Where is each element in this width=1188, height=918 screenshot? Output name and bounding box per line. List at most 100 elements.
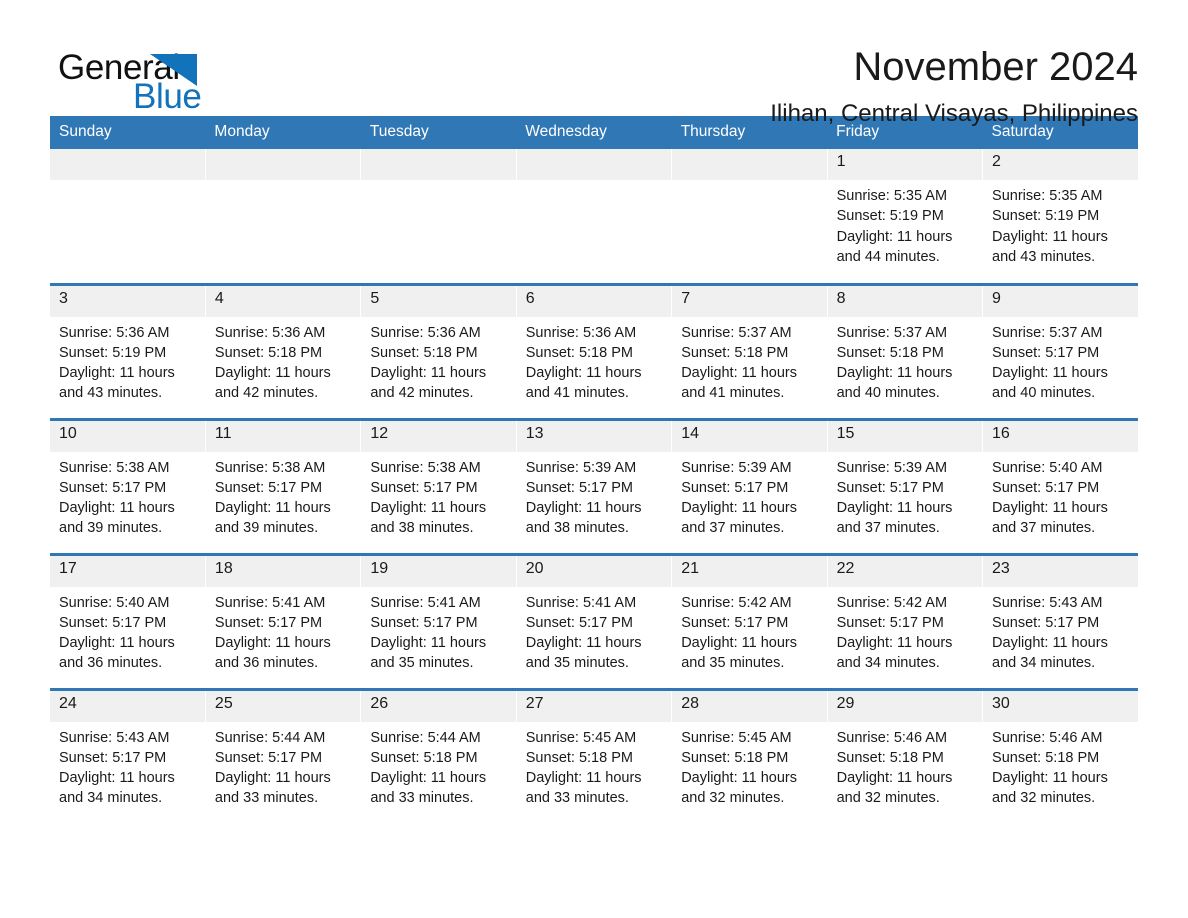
day-details: Sunrise: 5:44 AM Sunset: 5:17 PM Daylight:… <box>206 722 360 809</box>
daylight-text: Daylight: 11 hours and 33 minutes. <box>525 770 642 807</box>
day-number <box>516 149 673 180</box>
day-number <box>361 149 517 180</box>
day-details: Sunrise: 5:43 AM Sunset: 5:17 PM Daylight:… <box>983 587 1138 674</box>
day-details: Sunrise: 5:40 AM Sunset: 5:17 PM Daylight:… <box>50 587 205 674</box>
calendar-day-cell[interactable]: 1 Sunrise: 5:35 AM Sunset: 5:19 PM Daylight… <box>827 149 984 284</box>
calendar-day-cell[interactable]: 14 Sunrise: 5:39 AM Sunset: 5:17 PM Dayligh… <box>671 417 828 554</box>
calendar-day-cell[interactable]: 22 Sunrise: 5:42 AM Sunset: 5:17 PM Dayligh… <box>827 552 984 689</box>
day-number: 7 <box>672 285 828 317</box>
calendar-week-row: 3 Sunrise: 5:36 AM Sunset: 5:19 PM Daylight… <box>50 282 1139 419</box>
calendar-day-cell[interactable]: 18 Sunrise: 5:41 AM Sunset: 5:17 PM Dayligh… <box>205 552 362 689</box>
day-details: Sunrise: 5:36 AM Sunset: 5:18 PM Daylight:… <box>361 317 515 404</box>
sunset-text: Sunset: 5:17 PM <box>214 614 323 631</box>
sunrise-text: Sunrise: 5:39 AM <box>836 459 948 476</box>
calendar-day-cell[interactable]: 19 Sunrise: 5:41 AM Sunset: 5:17 PM Dayligh… <box>360 552 517 689</box>
day-details: Sunrise: 5:36 AM Sunset: 5:19 PM Daylight:… <box>50 317 205 404</box>
calendar-day-cell[interactable]: 13 Sunrise: 5:39 AM Sunset: 5:17 PM Dayligh… <box>516 417 673 554</box>
sunset-text: Sunset: 5:17 PM <box>992 614 1100 631</box>
calendar-day-cell[interactable]: 16 Sunrise: 5:40 AM Sunset: 5:17 PM Dayligh… <box>982 417 1139 554</box>
calendar-day-cell-empty <box>360 149 517 284</box>
sunrise-text: Sunrise: 5:45 AM <box>525 729 637 746</box>
calendar-day-cell[interactable]: 4 Sunrise: 5:36 AM Sunset: 5:18 PM Daylight… <box>205 282 362 419</box>
daylight-text: Daylight: 11 hours and 36 minutes. <box>214 635 331 672</box>
day-number: 30 <box>983 690 1139 722</box>
calendar-day-cell[interactable]: 26 Sunrise: 5:44 AM Sunset: 5:18 PM Dayligh… <box>360 687 517 824</box>
day-details: Sunrise: 5:41 AM Sunset: 5:17 PM Daylight:… <box>517 587 671 674</box>
sunset-text: Sunset: 5:17 PM <box>681 614 789 631</box>
daylight-text: Daylight: 11 hours and 34 minutes. <box>59 770 175 807</box>
calendar-day-cell[interactable]: 9 Sunrise: 5:37 AM Sunset: 5:17 PM Daylight… <box>982 282 1139 419</box>
day-details: Sunrise: 5:38 AM Sunset: 5:17 PM Daylight:… <box>206 452 360 539</box>
calendar-day-cell[interactable]: 25 Sunrise: 5:44 AM Sunset: 5:17 PM Dayligh… <box>205 687 362 824</box>
sunrise-text: Sunrise: 5:36 AM <box>214 324 326 341</box>
calendar-day-cell[interactable]: 28 Sunrise: 5:45 AM Sunset: 5:18 PM Dayligh… <box>671 687 828 824</box>
calendar-day-cell[interactable]: 29 Sunrise: 5:46 AM Sunset: 5:18 PM Dayligh… <box>827 687 984 824</box>
sunrise-text: Sunrise: 5:39 AM <box>525 459 637 476</box>
calendar-day-cell[interactable]: 17 Sunrise: 5:40 AM Sunset: 5:17 PM Dayligh… <box>50 552 206 689</box>
day-details: Sunrise: 5:44 AM Sunset: 5:18 PM Daylight:… <box>361 722 515 809</box>
calendar-page: General Blue November 2024 Ilihan, Centr… <box>0 0 1188 918</box>
general-blue-logo[interactable]: General Blue <box>50 46 280 118</box>
daylight-text: Daylight: 11 hours and 33 minutes. <box>214 770 331 807</box>
calendar-day-cell[interactable]: 6 Sunrise: 5:36 AM Sunset: 5:18 PM Daylight… <box>516 282 673 419</box>
daylight-text: Daylight: 11 hours and 35 minutes. <box>681 635 797 672</box>
calendar-day-cell[interactable]: 2 Sunrise: 5:35 AM Sunset: 5:19 PM Daylight… <box>982 149 1139 284</box>
day-number: 28 <box>672 690 828 722</box>
page-subtitle: Ilihan, Central Visayas, Philippines <box>770 100 1138 128</box>
day-number <box>50 149 206 180</box>
calendar-day-cell[interactable]: 3 Sunrise: 5:36 AM Sunset: 5:19 PM Daylight… <box>50 282 206 419</box>
page-header: General Blue November 2024 Ilihan, Centr… <box>50 0 1138 127</box>
sunset-text: Sunset: 5:17 PM <box>370 479 478 496</box>
sunset-text: Sunset: 5:17 PM <box>992 479 1100 496</box>
calendar-day-cell[interactable]: 10 Sunrise: 5:38 AM Sunset: 5:17 PM Dayligh… <box>50 417 206 554</box>
day-details: Sunrise: 5:45 AM Sunset: 5:18 PM Daylight:… <box>672 722 826 809</box>
day-number: 21 <box>672 555 828 587</box>
day-number: 25 <box>205 690 362 722</box>
calendar-day-cell[interactable]: 11 Sunrise: 5:38 AM Sunset: 5:17 PM Dayligh… <box>205 417 362 554</box>
calendar-day-cell[interactable]: 21 Sunrise: 5:42 AM Sunset: 5:17 PM Dayligh… <box>671 552 828 689</box>
sunrise-text: Sunrise: 5:35 AM <box>992 188 1103 204</box>
day-details: Sunrise: 5:39 AM Sunset: 5:17 PM Daylight:… <box>828 452 982 539</box>
daylight-text: Daylight: 11 hours and 39 minutes. <box>214 500 331 537</box>
day-details: Sunrise: 5:41 AM Sunset: 5:17 PM Daylight:… <box>361 587 515 674</box>
daylight-text: Daylight: 11 hours and 38 minutes. <box>525 500 642 537</box>
day-number: 3 <box>50 285 206 317</box>
calendar-day-cell-empty <box>205 149 362 284</box>
daylight-text: Daylight: 11 hours and 41 minutes. <box>681 365 797 402</box>
sunset-text: Sunset: 5:17 PM <box>836 479 944 496</box>
calendar-day-cell-empty <box>671 149 828 284</box>
daylight-text: Daylight: 11 hours and 44 minutes. <box>836 228 953 265</box>
sunset-text: Sunset: 5:17 PM <box>525 614 633 631</box>
day-number: 26 <box>361 690 517 722</box>
calendar-day-cell[interactable]: 12 Sunrise: 5:38 AM Sunset: 5:17 PM Dayligh… <box>360 417 517 554</box>
calendar-day-cell[interactable]: 27 Sunrise: 5:45 AM Sunset: 5:18 PM Dayligh… <box>516 687 673 824</box>
daylight-text: Daylight: 11 hours and 32 minutes. <box>992 770 1108 807</box>
sunset-text: Sunset: 5:17 PM <box>59 749 167 766</box>
calendar-day-cell[interactable]: 5 Sunrise: 5:36 AM Sunset: 5:18 PM Daylight… <box>360 282 517 419</box>
sunset-text: Sunset: 5:17 PM <box>214 479 323 496</box>
sunrise-text: Sunrise: 5:42 AM <box>836 594 948 611</box>
daylight-text: Daylight: 11 hours and 32 minutes. <box>836 770 953 807</box>
day-details: Sunrise: 5:38 AM Sunset: 5:17 PM Daylight:… <box>50 452 205 539</box>
calendar-day-cell[interactable]: 30 Sunrise: 5:46 AM Sunset: 5:18 PM Dayligh… <box>982 687 1139 824</box>
day-details: Sunrise: 5:37 AM Sunset: 5:17 PM Daylight:… <box>983 317 1138 404</box>
calendar-day-cell[interactable]: 23 Sunrise: 5:43 AM Sunset: 5:17 PM Dayligh… <box>982 552 1139 689</box>
calendar-day-cell[interactable]: 15 Sunrise: 5:39 AM Sunset: 5:17 PM Dayligh… <box>827 417 984 554</box>
sunset-text: Sunset: 5:19 PM <box>992 208 1100 225</box>
sunrise-text: Sunrise: 5:36 AM <box>59 324 170 341</box>
sunrise-text: Sunrise: 5:41 AM <box>214 594 326 611</box>
calendar-day-cell[interactable]: 20 Sunrise: 5:41 AM Sunset: 5:17 PM Dayligh… <box>516 552 673 689</box>
calendar-day-cell-empty <box>516 149 673 284</box>
sunrise-text: Sunrise: 5:44 AM <box>214 729 326 746</box>
day-details: Sunrise: 5:39 AM Sunset: 5:17 PM Daylight:… <box>672 452 826 539</box>
sunrise-text: Sunrise: 5:46 AM <box>836 729 948 746</box>
calendar-day-cell[interactable]: 8 Sunrise: 5:37 AM Sunset: 5:18 PM Daylight… <box>827 282 984 419</box>
day-details: Sunrise: 5:45 AM Sunset: 5:18 PM Daylight:… <box>517 722 671 809</box>
sunset-text: Sunset: 5:18 PM <box>370 344 478 361</box>
calendar-day-cell[interactable]: 7 Sunrise: 5:37 AM Sunset: 5:18 PM Daylight… <box>671 282 828 419</box>
day-number: 29 <box>827 690 984 722</box>
calendar-day-cell[interactable]: 24 Sunrise: 5:43 AM Sunset: 5:17 PM Dayligh… <box>50 687 206 824</box>
daylight-text: Daylight: 11 hours and 41 minutes. <box>525 365 642 402</box>
calendar-week-row: 17 Sunrise: 5:40 AM Sunset: 5:17 PM Dayligh… <box>50 552 1139 689</box>
day-details: Sunrise: 5:39 AM Sunset: 5:17 PM Daylight:… <box>517 452 671 539</box>
